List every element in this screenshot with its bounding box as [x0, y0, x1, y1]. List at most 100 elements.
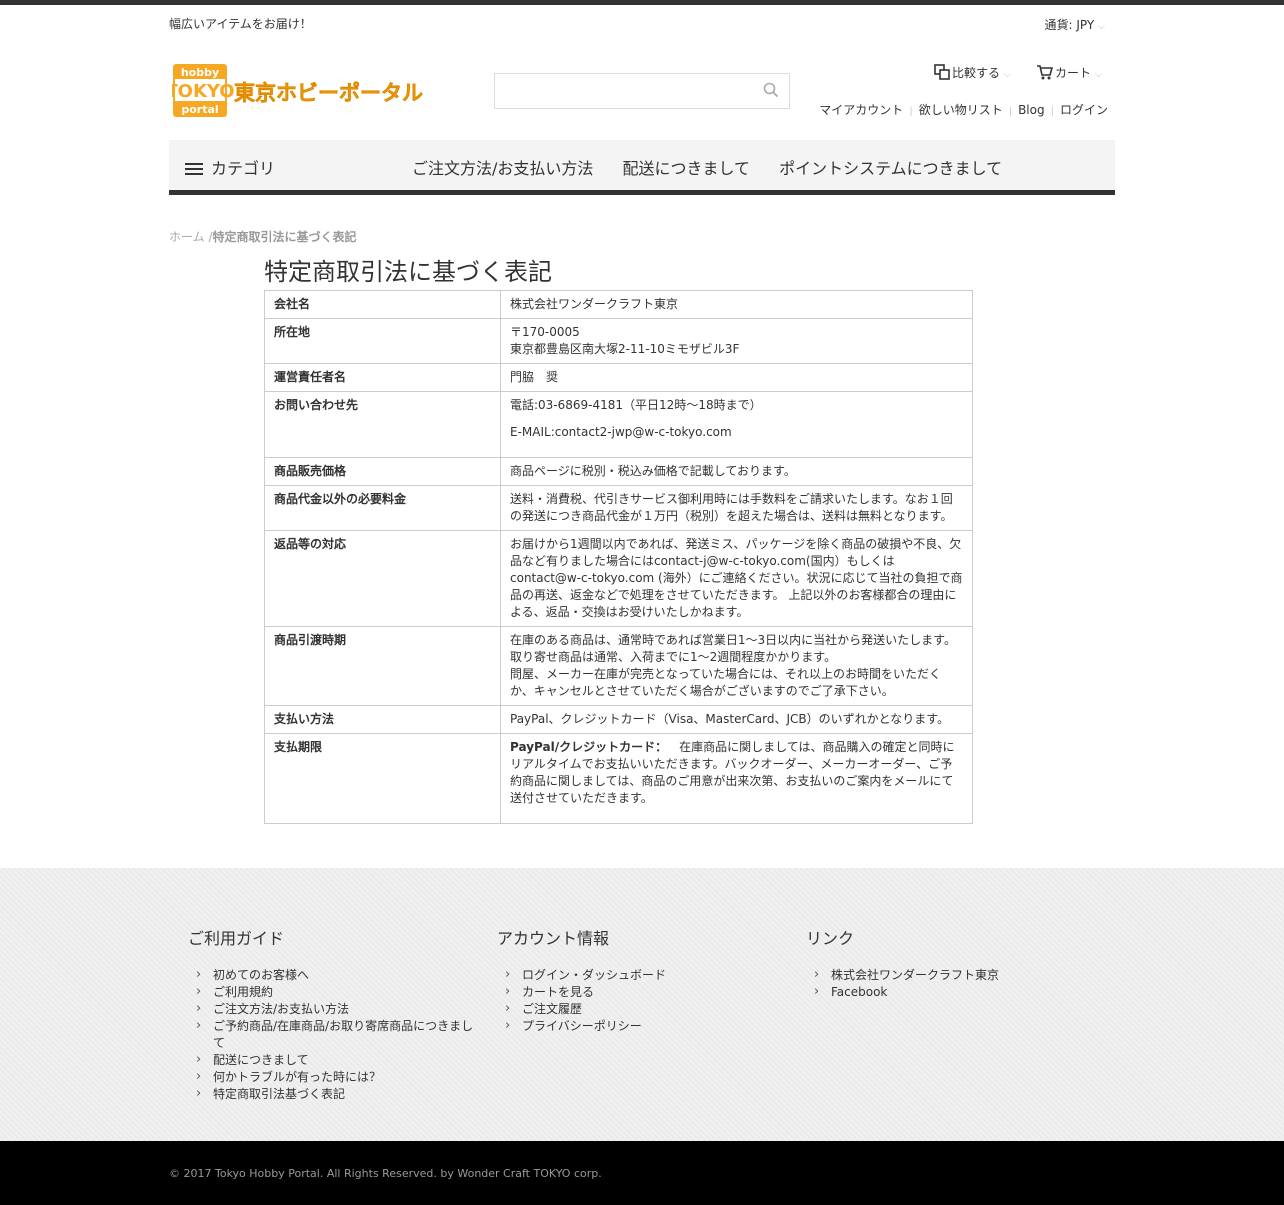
- table-row: 商品代金以外の必要料金 送料・消費税、代引きサービス御利用時には手数料をご請求いた…: [264, 485, 973, 531]
- nav-item-order-payment[interactable]: ご注文方法/お支払い方法: [412, 159, 593, 178]
- footer-link[interactable]: ご注文方法/お支払い方法: [188, 1000, 478, 1018]
- row-value: 〒170-0005 東京都豊島区南大塚2-11-10ミモザビル3F: [500, 318, 973, 364]
- row-value-line: 〒170-0005: [510, 325, 580, 339]
- row-label: 会社名: [264, 290, 501, 319]
- row-value: 電話:03-6869-4181（平日12時～18時まで） E-MAIL:conta…: [500, 391, 973, 458]
- row-value-paragraph: E-MAIL:contact2-jwp@w-c-tokyo.com: [510, 425, 732, 439]
- tagline: 幅広いアイテムをお届け！: [169, 17, 312, 31]
- logo-badge-top: hobby: [181, 66, 219, 79]
- bottom-bar: © 2017 Tokyo Hobby Portal. All Rights Re…: [0, 1141, 1284, 1205]
- search-icon[interactable]: [763, 82, 781, 100]
- row-label: お問い合わせ先: [264, 391, 501, 458]
- logo-badge-bottom: portal: [181, 103, 218, 116]
- chevron-down-icon: ⌵: [1098, 22, 1105, 32]
- footer-link[interactable]: プライバシーポリシー: [497, 1017, 787, 1035]
- cart-label: カート: [1055, 66, 1092, 80]
- cart-icon: [1037, 65, 1054, 80]
- row-label: 商品代金以外の必要料金: [264, 485, 501, 531]
- top-border: [0, 0, 1284, 5]
- footer-link[interactable]: ご予約商品/在庫商品/お取り寄席商品につきまして: [188, 1017, 478, 1052]
- footer-link[interactable]: 特定商取引法基づく表記: [188, 1085, 478, 1103]
- table-row: 返品等の対応 お届けから1週間以内であれば、発送ミス、パッケージを除く商品の破損や…: [264, 530, 973, 627]
- row-value-prefix: PayPal/クレジットカード：: [510, 740, 668, 754]
- footer-column-title: アカウント情報: [497, 929, 610, 948]
- row-value-line: PayPal、クレジットカード（Visa、MasterCard、JCB）のいずれ…: [510, 712, 950, 726]
- nav-item-points[interactable]: ポイントシステムにつきまして: [779, 159, 1002, 178]
- footer-link[interactable]: 株式会社ワンダークラフト東京: [806, 966, 1096, 984]
- page-title: 特定商取引法に基づく表記: [264, 258, 552, 286]
- row-value-line: 取り寄せ商品は通常、入荷までに1～2週間程度かかります。: [510, 650, 837, 664]
- row-value-line: 門脇 奨: [510, 370, 559, 384]
- nav-item-shipping[interactable]: 配送につきまして: [623, 159, 751, 178]
- table-row: 会社名 株式会社ワンダークラフト東京: [264, 290, 973, 319]
- row-value-line: 東京都豊島区南大塚2-11-10ミモザビル3F: [510, 342, 740, 356]
- footer-link[interactable]: ログイン・ダッシュボード: [497, 966, 787, 984]
- main-nav: カテゴリ ご注文方法/お支払い方法 配送につきまして ポイントシステムにつきまし…: [169, 140, 1115, 195]
- compare-button[interactable]: 比較する ⌵: [934, 64, 1011, 81]
- footer-link[interactable]: 配送につきまして: [188, 1051, 478, 1069]
- footer-column-title: ご利用ガイド: [188, 929, 285, 948]
- footer-column-links: リンク 株式会社ワンダークラフト東京Facebook: [806, 925, 1096, 1001]
- row-value: 株式会社ワンダークラフト東京: [500, 290, 973, 319]
- footer-link[interactable]: Facebook: [806, 983, 1096, 1001]
- row-value-line: 株式会社ワンダークラフト東京: [510, 297, 679, 311]
- footer-column-account: アカウント情報 ログイン・ダッシュボードカートを見るご注文履歴プライバシーポリシ…: [497, 925, 787, 1035]
- category-menu-button[interactable]: カテゴリ: [185, 155, 275, 179]
- logo-badge-middle: TOKYO: [172, 81, 235, 102]
- table-row: 支払期限 PayPal/クレジットカード： 在庫商品に関しましては、商品購入の確定と…: [264, 733, 973, 824]
- table-row: 商品販売価格 商品ページに税別・税込み価格で記載しております。: [264, 457, 973, 486]
- footer-link[interactable]: 初めてのお客様へ: [188, 966, 478, 984]
- site-logo[interactable]: hobby TOKYO portal 東京ホビーポータル: [165, 63, 437, 118]
- row-label: 商品引渡時期: [264, 626, 501, 706]
- row-value-line: 在庫のある商品は、通常時であれば営業日1～3日以内に当社から発送いたします。: [510, 633, 956, 647]
- logo-image: hobby TOKYO portal 東京ホビーポータル: [165, 64, 423, 117]
- footer-link[interactable]: ご利用規約: [188, 983, 478, 1001]
- account-links: マイアカウント | 欲しい物リスト | Blog | ログイン: [813, 101, 1108, 118]
- row-value: 商品ページに税別・税込み価格で記載しております。: [500, 457, 973, 486]
- blog-link[interactable]: Blog: [1012, 103, 1051, 117]
- cart-button[interactable]: カート ⌵: [1036, 64, 1102, 81]
- login-link[interactable]: ログイン: [1054, 103, 1108, 117]
- row-value-paragraph: 電話:03-6869-4181（平日12時～18時まで）: [510, 398, 762, 412]
- category-label: カテゴリ: [211, 159, 276, 178]
- breadcrumb-current: 特定商取引法に基づく表記: [212, 230, 357, 244]
- row-label: 支払期限: [264, 733, 501, 824]
- footer-column-guide: ご利用ガイド 初めてのお客様へご利用規約ご注文方法/お支払い方法ご予約商品/在庫…: [188, 925, 478, 1103]
- table-row: 支払い方法 PayPal、クレジットカード（Visa、MasterCard、JCB…: [264, 705, 973, 734]
- footer-link-list: 初めてのお客様へご利用規約ご注文方法/お支払い方法ご予約商品/在庫商品/お取り寄…: [188, 966, 478, 1103]
- table-row: 商品引渡時期 在庫のある商品は、通常時であれば営業日1～3日以内に当社から発送いた…: [264, 626, 973, 706]
- row-value: 門脇 奨: [500, 363, 973, 392]
- wishlist-link[interactable]: 欲しい物リスト: [913, 103, 1009, 117]
- row-label: 返品等の対応: [264, 530, 501, 627]
- footer-link[interactable]: 何かトラブルが有った時には？: [188, 1068, 478, 1086]
- row-value-line: 問屋、メーカー在庫が完売となっていた場合には、それ以上のお時間をいただくか、キャ…: [510, 667, 942, 698]
- logo-wordmark: 東京ホビーポータル: [234, 81, 423, 105]
- row-label: 運営責任者名: [264, 363, 501, 392]
- my-account-link[interactable]: マイアカウント: [813, 103, 909, 117]
- row-value: 送料・消費税、代引きサービス御利用時には手数料をご請求いたします。なお１回の発送…: [500, 485, 973, 531]
- row-value-line: お届けから1週間以内であれば、発送ミス、パッケージを除く商品の破損や不良、欠品な…: [510, 537, 963, 619]
- row-value: PayPal/クレジットカード： 在庫商品に関しましては、商品購入の確定と同時にリ…: [500, 733, 973, 824]
- footer-link[interactable]: ご注文履歴: [497, 1000, 787, 1018]
- row-value-line: 商品ページに税別・税込み価格で記載しております。: [510, 464, 796, 478]
- chevron-down-icon: ⌵: [1004, 70, 1011, 80]
- nav-items: ご注文方法/お支払い方法 配送につきまして ポイントシステムにつきまして: [412, 155, 1026, 179]
- search-input[interactable]: [495, 74, 745, 108]
- row-value: PayPal、クレジットカード（Visa、MasterCard、JCB）のいずれ…: [500, 705, 973, 734]
- search-box: [494, 73, 790, 109]
- compare-icon: [934, 64, 950, 80]
- footer-column-title: リンク: [806, 929, 855, 948]
- footer-link[interactable]: カートを見る: [497, 983, 787, 1001]
- table-row: 所在地 〒170-0005 東京都豊島区南大塚2-11-10ミモザビル3F: [264, 318, 973, 364]
- breadcrumb-home[interactable]: ホーム: [169, 230, 205, 244]
- footer: ご利用ガイド 初めてのお客様へご利用規約ご注文方法/お支払い方法ご予約商品/在庫…: [0, 868, 1284, 1141]
- currency-label: 通貨: JPY: [1044, 18, 1095, 32]
- legal-info-table: 会社名 株式会社ワンダークラフト東京 所在地 〒170-0005 東京都豊島区南大塚2-…: [264, 290, 973, 824]
- breadcrumb: ホーム /特定商取引法に基づく表記: [169, 228, 357, 245]
- row-label: 所在地: [264, 318, 501, 364]
- copyright: © 2017 Tokyo Hobby Portal. All Rights Re…: [169, 1167, 602, 1180]
- header-top: 幅広いアイテムをお届け！ 通貨: JPY ⌵: [169, 15, 1115, 33]
- row-value: 在庫のある商品は、通常時であれば営業日1～3日以内に当社から発送いたします。 取り…: [500, 626, 973, 706]
- row-label: 商品販売価格: [264, 457, 501, 486]
- currency-selector[interactable]: 通貨: JPY ⌵: [1044, 16, 1105, 33]
